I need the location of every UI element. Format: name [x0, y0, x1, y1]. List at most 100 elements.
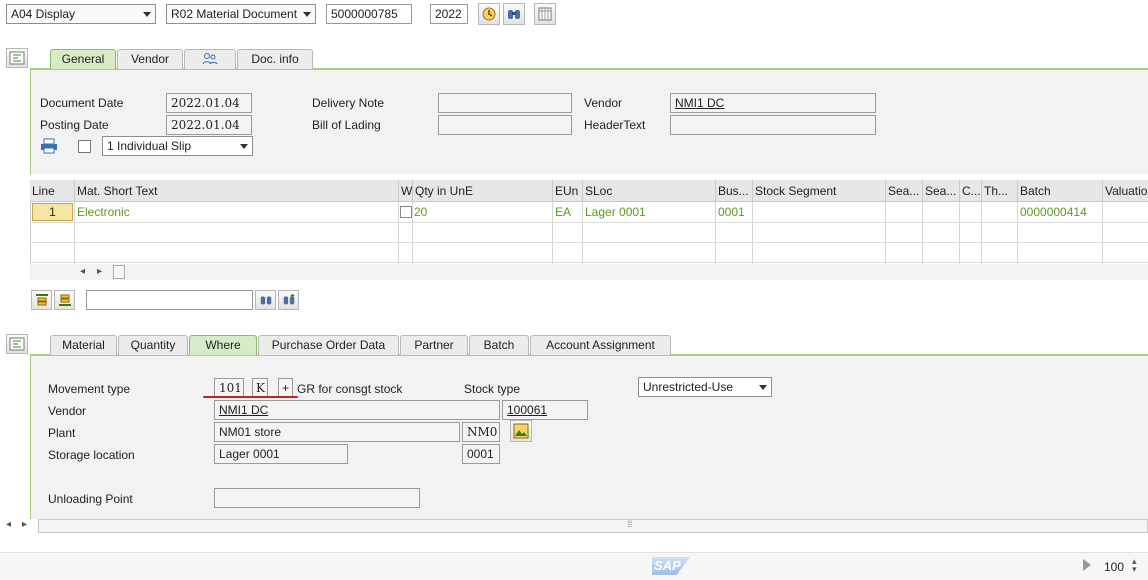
col-batch[interactable]: Batch	[1017, 180, 1102, 202]
insert-row-button[interactable]	[31, 290, 52, 310]
zoom-stepper-icon[interactable]: ▴ ▾	[1132, 557, 1137, 574]
grid-find-next-button[interactable]	[278, 290, 299, 310]
vendor-number-link[interactable]: 100061	[507, 403, 547, 417]
col-sea-1[interactable]: Sea...	[885, 180, 922, 202]
table-icon	[538, 7, 552, 21]
page-scroll-left-icon[interactable]: ◂	[6, 519, 11, 530]
col-w[interactable]: W	[398, 180, 412, 202]
stock-type-value: Unrestricted-Use	[643, 380, 734, 394]
action-dropdown[interactable]: A04 Display	[6, 4, 156, 24]
tab-batch[interactable]: Batch	[469, 335, 529, 355]
year-input[interactable]: 2022	[430, 4, 468, 24]
tab-account-assignment[interactable]: Account Assignment	[530, 335, 671, 355]
tab-general[interactable]: General	[50, 49, 116, 69]
document-date-field[interactable]: 2022.01.04	[166, 93, 252, 113]
storage-location-code-field[interactable]: 0001	[462, 444, 500, 464]
tab-vendor[interactable]: Vendor	[117, 49, 183, 69]
row-line-number[interactable]: 1	[32, 203, 73, 221]
red-underline-annotation	[203, 396, 298, 398]
binoculars-plus-icon	[283, 293, 294, 305]
grid-find-button[interactable]	[255, 290, 276, 310]
zoom-value: 100	[1104, 560, 1125, 574]
row-w-checkbox[interactable]	[400, 206, 412, 218]
doc-number-input[interactable]: 5000000785	[326, 4, 412, 24]
col-bus[interactable]: Bus...	[715, 180, 752, 202]
status-expand-icon[interactable]	[1083, 559, 1091, 571]
header-left-border	[30, 69, 31, 174]
grid-divider	[885, 202, 886, 264]
tab-partner[interactable]: Partner	[400, 335, 468, 355]
tab-quantity[interactable]: Quantity	[118, 335, 188, 355]
tab-doc-info[interactable]: Doc. info	[237, 49, 313, 69]
print-checkbox[interactable]	[78, 140, 91, 153]
chevron-down-icon	[143, 12, 151, 17]
posting-date-field[interactable]: 2022.01.04	[166, 115, 252, 135]
item-panel	[30, 355, 1148, 519]
bill-of-lading-field[interactable]	[438, 115, 572, 135]
col-stock-segment[interactable]: Stock Segment	[752, 180, 885, 202]
binoculars-icon	[260, 296, 271, 305]
col-th[interactable]: Th...	[981, 180, 1017, 202]
plant-overview-button[interactable]	[510, 420, 532, 442]
grid-row-line	[30, 222, 1148, 223]
collapse-item-button[interactable]	[6, 334, 28, 354]
movement-type-label: Movement type	[48, 382, 131, 396]
col-sea-2[interactable]: Sea...	[922, 180, 959, 202]
chevron-down-icon	[759, 385, 767, 390]
col-qty[interactable]: Qty in UnE	[412, 180, 552, 202]
where-vendor-link[interactable]: NMI1 DC	[219, 403, 268, 417]
bill-of-lading-label: Bill of Lading	[312, 118, 381, 132]
col-eun[interactable]: EUn	[552, 180, 582, 202]
filter-rows-button[interactable]	[54, 290, 75, 310]
collapse-header-button[interactable]	[6, 48, 28, 68]
slip-dropdown[interactable]: 1 Individual Slip	[102, 136, 253, 156]
movement-plus-field[interactable]: +	[278, 378, 293, 398]
print-button[interactable]	[40, 138, 58, 154]
landscape-icon	[513, 423, 529, 439]
unloading-point-field[interactable]	[214, 488, 420, 508]
col-c[interactable]: C...	[959, 180, 981, 202]
grid-divider	[981, 202, 982, 264]
tab-where[interactable]: Where	[189, 335, 257, 355]
where-vendor-field[interactable]: NMI1 DC	[214, 400, 500, 420]
page-scroll-right-icon[interactable]: ▸	[22, 519, 27, 530]
row-sloc: Lager 0001	[585, 205, 646, 219]
scroll-grip-icon: ⁞⁞⁞	[627, 519, 632, 529]
page-scrollbar[interactable]: ⁞⁞⁞	[38, 519, 1148, 533]
storage-location-field[interactable]: Lager 0001	[214, 444, 348, 464]
display-grid-button[interactable]	[534, 3, 556, 25]
vendor-field[interactable]: NMI1 DC	[670, 93, 876, 113]
grid-search-input[interactable]	[86, 290, 253, 310]
document-date-label: Document Date	[40, 96, 124, 110]
tab-purchase-order-data[interactable]: Purchase Order Data	[258, 335, 399, 355]
chevron-down-icon	[303, 12, 311, 17]
tab-material[interactable]: Material	[50, 335, 117, 355]
grid-scroll-thumb[interactable]	[113, 265, 125, 279]
clock-execute-icon	[482, 7, 496, 21]
where-vendor-label: Vendor	[48, 404, 87, 418]
movement-type-field[interactable]: 101	[214, 378, 244, 398]
tab-partner-icon[interactable]	[184, 49, 236, 69]
plant-field[interactable]: NM01 store	[214, 422, 460, 442]
vendor-label: Vendor	[584, 96, 623, 110]
collapse-panel-icon	[9, 51, 25, 65]
col-sloc[interactable]: SLoc	[582, 180, 715, 202]
movement-special-stock-field[interactable]: K	[252, 378, 268, 398]
status-bar	[0, 552, 1148, 580]
doc-type-dropdown[interactable]: R02 Material Document	[166, 4, 316, 24]
execute-button[interactable]	[478, 3, 500, 25]
where-vendor-number-field[interactable]: 100061	[502, 400, 588, 420]
header-text-field[interactable]	[670, 115, 876, 135]
vendor-link[interactable]: NMI1 DC	[675, 96, 724, 110]
col-valuation[interactable]: Valuation	[1102, 180, 1148, 202]
delivery-note-field[interactable]	[438, 93, 572, 113]
scroll-left-icon[interactable]: ◂	[80, 266, 85, 277]
grid-divider	[922, 202, 923, 264]
plant-code-field[interactable]: NM01	[462, 422, 500, 442]
posting-date-label: Posting Date	[40, 118, 109, 132]
scroll-right-icon[interactable]: ▸	[97, 266, 102, 277]
find-button[interactable]	[503, 3, 525, 25]
col-line[interactable]: Line	[30, 180, 74, 202]
stock-type-dropdown[interactable]: Unrestricted-Use	[638, 377, 772, 397]
col-mat-short-text[interactable]: Mat. Short Text	[74, 180, 398, 202]
